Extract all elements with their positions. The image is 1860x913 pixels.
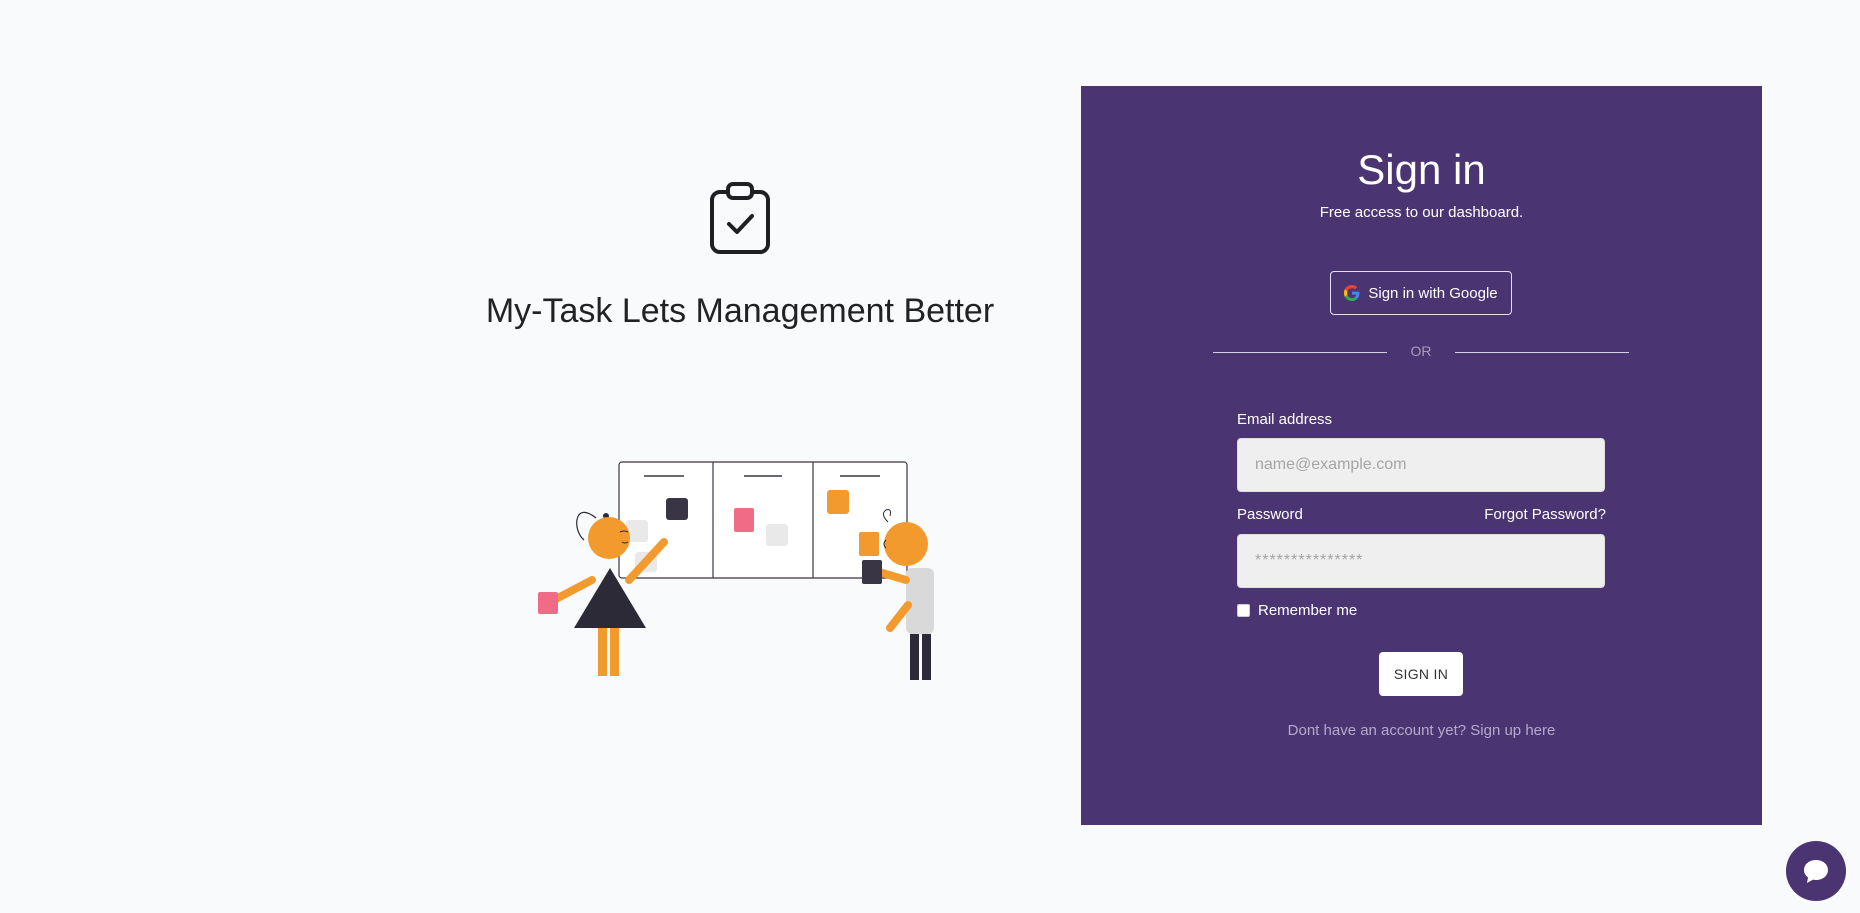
password-input[interactable] [1237, 534, 1605, 588]
signup-link[interactable]: Dont have an account yet? Sign up here [1081, 722, 1762, 739]
signin-submit-button[interactable]: SIGN IN [1379, 652, 1463, 696]
email-label: Email address [1237, 411, 1333, 428]
divider-line-right [1455, 352, 1629, 353]
chat-bubble-icon [1804, 860, 1828, 883]
email-input[interactable] [1237, 438, 1605, 492]
signin-subtitle: Free access to our dashboard. [1319, 204, 1524, 221]
brand-panel: My-Task Lets Management Better [480, 170, 1000, 710]
brand-title: My-Task Lets Management Better [485, 292, 995, 330]
signin-card: Sign in Free access to our dashboard. Si… [1081, 86, 1762, 825]
remember-me[interactable]: Remember me [1237, 602, 1357, 619]
chat-launcher-button[interactable] [1786, 841, 1846, 901]
google-icon [1344, 285, 1360, 301]
divider-text: OR [1410, 343, 1432, 359]
password-label: Password [1237, 506, 1303, 523]
team-board-illustration [534, 460, 946, 700]
clipboard-check-icon [708, 182, 772, 256]
or-divider: OR [1213, 342, 1629, 362]
google-signin-button[interactable]: Sign in with Google [1330, 271, 1512, 315]
signin-title: Sign in [1357, 146, 1486, 193]
remember-checkbox[interactable] [1237, 604, 1250, 617]
google-signin-label: Sign in with Google [1368, 284, 1498, 302]
forgot-password-link[interactable]: Forgot Password? [1484, 506, 1606, 523]
remember-label: Remember me [1258, 602, 1358, 619]
